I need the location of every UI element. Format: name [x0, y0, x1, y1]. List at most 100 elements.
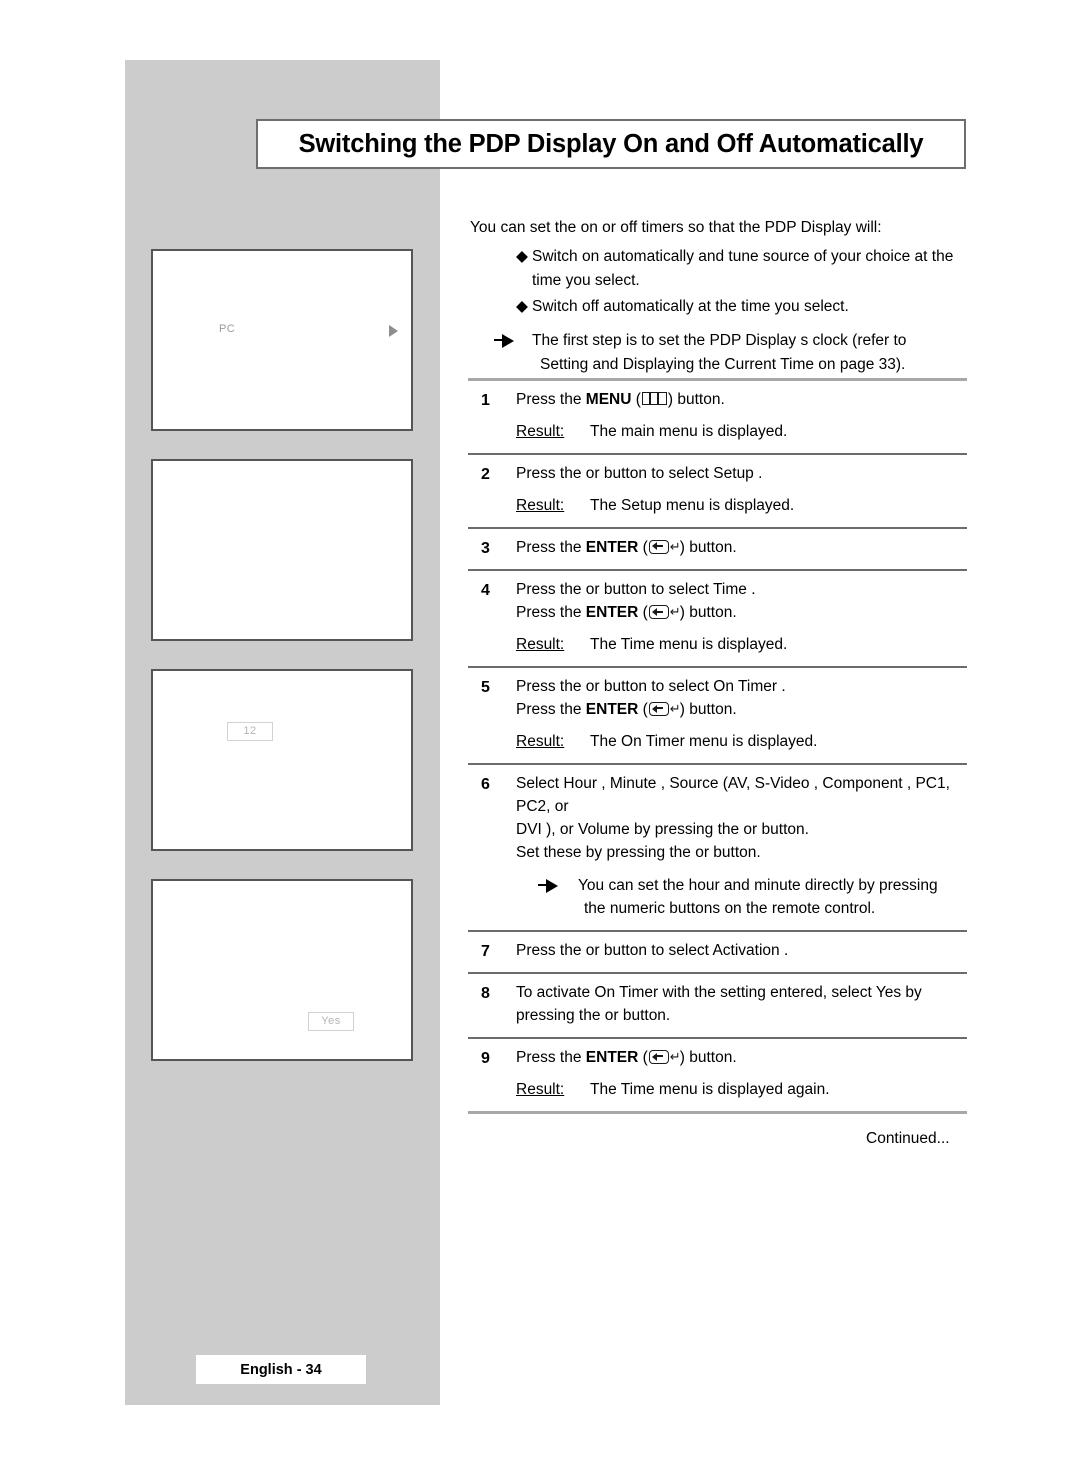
step-text: ) button. — [679, 538, 737, 556]
step-row: 4 Press the or button to select Time . P… — [468, 571, 967, 666]
enter-button-name: ENTER — [585, 701, 639, 719]
step-note-line1: You can set the hour and minute directly… — [578, 876, 938, 894]
enter-icon: ↵ — [648, 1050, 681, 1065]
result-text: The Time menu is displayed again. — [590, 1081, 830, 1099]
menu-button-name: MENU — [585, 391, 632, 408]
page-title: Switching the PDP Display On and Off Aut… — [298, 129, 924, 158]
right-triangle-icon — [389, 325, 398, 337]
step-body: Press the ENTER (↵) button. — [516, 537, 967, 561]
step-line: Press the or button to select Activation… — [516, 941, 789, 959]
step-body: Press the or button to select Setup . Re… — [516, 463, 967, 518]
enter-button-name: ENTER — [585, 604, 639, 622]
step-number: 5 — [481, 679, 490, 697]
enter-button-name: ENTER — [585, 1049, 639, 1067]
step-number: 8 — [481, 985, 490, 1003]
step-line: Press the ENTER (↵) button. — [516, 537, 967, 560]
result-text: The On Timer menu is displayed. — [590, 733, 818, 751]
intro-bullet-item: ◆ Switch on automatically and tune sourc… — [470, 245, 967, 293]
step-row: 5 Press the or button to select On Timer… — [468, 668, 967, 763]
step-number: 4 — [481, 582, 490, 600]
step-body: To activate On Timer with the setting en… — [516, 982, 967, 1028]
step-text: ) button. — [679, 1049, 737, 1067]
step-line: pressing the or button. — [516, 1007, 671, 1025]
step-text: Press the — [516, 1049, 586, 1067]
intro-bullet-text: Switch off automatically at the time you… — [532, 298, 849, 316]
step-row: 6 Select Hour , Minute , Source (AV, S-V… — [468, 765, 967, 930]
step-line: Press the MENU ( ) button. — [516, 389, 967, 412]
step-result: Result: The Setup menu is displayed. — [516, 495, 967, 518]
step-result: Result: The main menu is displayed. — [516, 421, 967, 444]
step-text: Press the — [516, 538, 586, 556]
step-number: 9 — [481, 1050, 490, 1068]
step-result: Result: The Time menu is displayed again… — [516, 1079, 967, 1102]
result-text: The Time menu is displayed. — [590, 636, 788, 654]
step-row: 8 To activate On Timer with the setting … — [468, 974, 967, 1037]
illustration-activation-yes-screen: Yes — [151, 879, 413, 1061]
intro-bullet-text: Switch on automatically and tune source … — [532, 248, 954, 290]
step-line: Press the or button to select Time . — [516, 581, 756, 599]
step-number: 2 — [481, 465, 490, 483]
result-text: The main menu is displayed. — [590, 422, 788, 440]
step-line: Press the ENTER (↵) button. — [516, 602, 967, 625]
note-arrow-icon — [538, 875, 578, 921]
note-arrow-icon — [470, 329, 532, 377]
intro-block: You can set the on or off timers so that… — [470, 216, 967, 377]
step-body: Select Hour , Minute , Source (AV, S-Vid… — [516, 773, 967, 921]
result-label: Result: — [516, 1081, 565, 1099]
step-text: ) button. — [679, 604, 737, 622]
step-line: Press the or button to select On Timer . — [516, 678, 786, 696]
step-text: ( — [631, 391, 641, 408]
osd-activation-chip: Yes — [308, 1012, 354, 1031]
diamond-bullet-icon: ◆ — [516, 298, 528, 316]
step-text: Press the — [516, 701, 586, 719]
step-text: Press the — [516, 391, 586, 408]
result-label: Result: — [516, 422, 565, 440]
enter-button-name: ENTER — [585, 538, 639, 556]
step-line: Select Hour , Minute , Source (AV, S-Vid… — [516, 775, 950, 815]
step-body: Press the ENTER (↵) button. Result: The … — [516, 1047, 967, 1102]
result-label: Result: — [516, 733, 565, 751]
step-text: Press the — [516, 604, 586, 622]
step-row: 3 Press the ENTER (↵) button. — [468, 529, 967, 570]
intro-note-line1: The first step is to set the PDP Display… — [532, 332, 907, 350]
step-result: Result: The On Timer menu is displayed. — [516, 731, 967, 754]
step-number: 3 — [481, 539, 490, 557]
page-title-bar: Switching the PDP Display On and Off Aut… — [256, 119, 966, 169]
step-body: Press the or button to select Activation… — [516, 940, 967, 964]
intro-bullet-item: ◆ Switch off automatically at the time y… — [470, 295, 967, 319]
step-text: ( — [638, 1049, 648, 1067]
steps-table: 1 Press the MENU ( ) button. Result: The … — [468, 378, 967, 1115]
step-line: To activate On Timer with the setting en… — [516, 984, 922, 1002]
result-label: Result: — [516, 636, 565, 654]
step-row: 1 Press the MENU ( ) button. Result: The … — [468, 381, 967, 453]
enter-icon: ↵ — [648, 605, 681, 620]
step-body: Press the or button to select On Timer .… — [516, 676, 967, 754]
step-text: ( — [638, 538, 648, 556]
step-text: ( — [638, 701, 648, 719]
result-text: The Setup menu is displayed. — [590, 496, 795, 514]
step-line: Press the or button to select Setup . — [516, 464, 763, 482]
step-row: 7 Press the or button to select Activati… — [468, 932, 967, 973]
intro-note-text: The first step is to set the PDP Display… — [532, 329, 967, 377]
osd-hour-chip: 12 — [227, 722, 273, 741]
step-line: Set these by pressing the or button. — [516, 843, 761, 861]
illustration-blank-screen — [151, 459, 413, 641]
enter-icon: ↵ — [648, 539, 681, 554]
step-text: ( — [638, 604, 648, 622]
step-note-line2: the numeric buttons on the remote contro… — [584, 899, 876, 917]
illustration-on-timer-source-screen: PC — [151, 249, 413, 431]
step-line: Press the ENTER (↵) button. — [516, 1047, 967, 1070]
step-note: You can set the hour and minute directly… — [516, 875, 967, 921]
diamond-bullet-icon: ◆ — [516, 248, 528, 266]
intro-note-line2: Setting and Displaying the Current Time … — [540, 356, 906, 374]
step-row: 9 Press the ENTER (↵) button. Result: Th… — [468, 1039, 967, 1111]
step-text: ) button. — [667, 391, 725, 408]
step-body: Press the or button to select Time . Pre… — [516, 579, 967, 657]
continued-label: Continued... — [866, 1130, 950, 1147]
footer-page-text: English - 34 — [240, 1361, 322, 1378]
step-row: 2 Press the or button to select Setup . … — [468, 455, 967, 527]
illustration-hour-value-screen: 12 — [151, 669, 413, 851]
step-number: 1 — [481, 392, 490, 409]
step-text: ) button. — [679, 701, 737, 719]
enter-icon: ↵ — [648, 702, 681, 717]
